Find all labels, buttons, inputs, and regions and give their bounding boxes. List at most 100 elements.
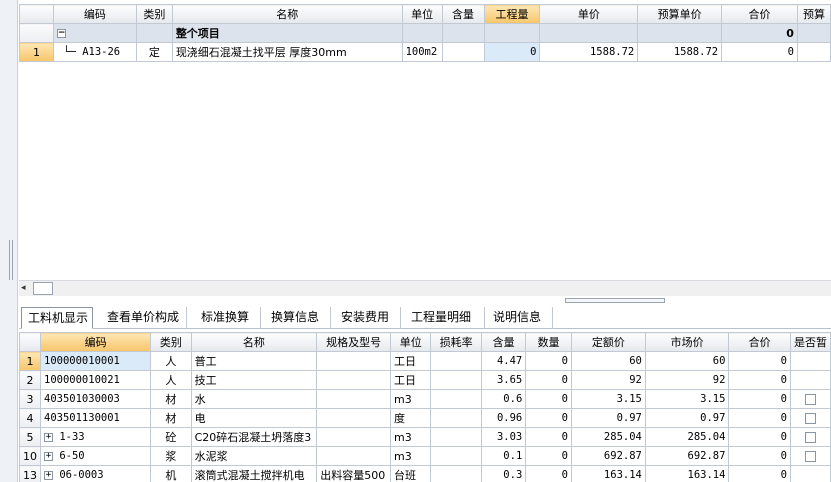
tab-standard-conversion[interactable]: 标准换算 [195, 307, 261, 329]
resource-quota-price[interactable]: 163.14 [570, 465, 646, 482]
header-budget-truncated[interactable]: 预算 [796, 4, 831, 24]
resource-loss-rate[interactable] [430, 351, 482, 371]
resource-content[interactable]: 0.6 [480, 389, 527, 409]
resource-unit[interactable]: 台班 [390, 465, 432, 482]
resource-market-price[interactable]: 92 [644, 370, 730, 390]
resource-code[interactable]: + 6-50 [39, 446, 152, 466]
tab-installation-fee[interactable]: 安装费用 [335, 307, 401, 329]
resource-unit[interactable]: m3 [390, 446, 432, 466]
resource-loss-rate[interactable] [430, 427, 482, 447]
row-number[interactable]: 2 [19, 370, 41, 390]
resource-provisional-cell[interactable] [789, 446, 831, 466]
row-number[interactable]: 1 [19, 42, 54, 62]
tab-quantity-details[interactable]: 工程量明细 [405, 307, 485, 329]
resource-content[interactable]: 0.96 [480, 408, 527, 428]
resource-market-price[interactable]: 60 [644, 351, 730, 371]
header-quota-price[interactable]: 定额价 [570, 332, 646, 352]
row-number[interactable]: 13 [19, 465, 41, 482]
resource-code[interactable]: + 1-33 [39, 427, 152, 447]
tab-description-info[interactable]: 说明信息 [487, 307, 553, 329]
resource-name[interactable]: 电 [190, 408, 318, 428]
header-unit[interactable]: 单位 [401, 4, 443, 24]
row-number[interactable]: 4 [19, 408, 41, 428]
resource-market-price[interactable]: 163.14 [644, 465, 730, 482]
resource-market-price[interactable]: 692.87 [644, 446, 730, 466]
resource-spec[interactable] [316, 370, 392, 390]
collapse-toggle-icon[interactable]: − [56, 29, 66, 38]
header-loss-rate[interactable]: 损耗率 [430, 332, 482, 352]
provisional-checkbox[interactable] [804, 451, 816, 462]
resource-total[interactable]: 0 [728, 465, 791, 482]
item-code[interactable]: └─ A13-26 [52, 42, 137, 62]
table-row[interactable]: 13 + 06-0003 机滚筒式混凝土搅拌机电 出料容量500 台班 0.3 0 163.1… [19, 465, 831, 482]
resource-market-price[interactable]: 285.04 [644, 427, 730, 447]
resource-loss-rate[interactable] [430, 408, 482, 428]
header-name[interactable]: 名称 [171, 4, 403, 24]
resource-provisional-cell[interactable] [789, 351, 831, 371]
tab-labor-material-machine[interactable]: 工料机显示 [21, 307, 93, 329]
resource-provisional-cell[interactable] [789, 465, 831, 482]
item-unit[interactable]: 100m2 [401, 42, 443, 62]
expand-toggle-icon[interactable]: + [44, 451, 53, 461]
header-content[interactable]: 含量 [480, 332, 527, 352]
resource-provisional-cell[interactable] [789, 389, 831, 409]
resource-code[interactable]: 403501030003 [39, 389, 152, 409]
resource-quota-price[interactable]: 60 [570, 351, 646, 371]
resource-provisional-cell[interactable] [789, 370, 831, 390]
resource-quota-price[interactable]: 3.15 [570, 389, 646, 409]
item-budget-unit-price[interactable]: 1588.72 [637, 42, 723, 62]
resource-code[interactable]: + 06-0003 [39, 465, 152, 482]
resource-name[interactable]: 普工 [190, 351, 318, 371]
row-number[interactable]: 3 [19, 389, 41, 409]
resource-code[interactable]: 403501130001 [39, 408, 152, 428]
resource-category[interactable]: 人 [150, 351, 192, 371]
header-qty[interactable]: 数量 [525, 332, 572, 352]
horizontal-scrollbar[interactable]: ◂ [19, 280, 831, 296]
header-code[interactable]: 编码 [52, 4, 137, 24]
resource-name[interactable]: C20碎石混凝土坍落度3 [190, 427, 318, 447]
header-category[interactable]: 类别 [150, 332, 192, 352]
resource-quota-price[interactable]: 285.04 [570, 427, 646, 447]
expand-toggle-icon[interactable]: + [44, 470, 53, 480]
resource-spec[interactable] [316, 351, 392, 371]
resource-spec[interactable]: 出料容量500 [316, 465, 392, 482]
resource-total[interactable]: 0 [728, 446, 791, 466]
resource-qty[interactable]: 0 [525, 351, 572, 371]
item-content[interactable] [441, 42, 485, 62]
header-category[interactable]: 类别 [135, 4, 173, 24]
row-number[interactable]: 5 [19, 427, 41, 447]
resource-content[interactable]: 3.03 [480, 427, 527, 447]
resource-total[interactable]: 0 [728, 389, 791, 409]
resource-qty[interactable]: 0 [525, 370, 572, 390]
resource-name[interactable]: 滚筒式混凝土搅拌机电 [190, 465, 318, 482]
resource-category[interactable]: 浆 [150, 446, 192, 466]
resource-provisional-cell[interactable] [789, 408, 831, 428]
resource-content[interactable]: 3.65 [480, 370, 527, 390]
group-row-whole-project[interactable]: − 整个项目 0 [19, 23, 831, 43]
table-row[interactable]: 3 403501030003 材水 m3 0.6 0 3.15 3.15 0 [19, 389, 831, 409]
resource-content[interactable]: 0.3 [480, 465, 527, 482]
header-name[interactable]: 名称 [190, 332, 318, 352]
resource-market-price[interactable]: 3.15 [644, 389, 730, 409]
resource-code[interactable]: 100000010021 [39, 370, 152, 390]
resource-unit[interactable]: 度 [390, 408, 432, 428]
header-market-price[interactable]: 市场价 [644, 332, 730, 352]
resource-category[interactable]: 人 [150, 370, 192, 390]
resource-qty[interactable]: 0 [525, 465, 572, 482]
scroll-left-arrow-icon[interactable]: ◂ [21, 283, 31, 294]
resource-quota-price[interactable]: 692.87 [570, 446, 646, 466]
item-category[interactable]: 定 [135, 42, 173, 62]
item-unit-price[interactable]: 1588.72 [539, 42, 639, 62]
resource-loss-rate[interactable] [430, 370, 482, 390]
header-budget-unit-price[interactable]: 预算单价 [637, 4, 723, 24]
resource-spec[interactable] [316, 389, 392, 409]
resource-name[interactable]: 水 [190, 389, 318, 409]
resource-spec[interactable] [316, 408, 392, 428]
resource-total[interactable]: 0 [728, 427, 791, 447]
header-unit[interactable]: 单位 [390, 332, 432, 352]
header-content[interactable]: 含量 [441, 4, 485, 24]
resource-qty[interactable]: 0 [525, 408, 572, 428]
resource-category[interactable]: 材 [150, 408, 192, 428]
resource-code[interactable]: 100000010001 [39, 351, 152, 371]
header-code[interactable]: 编码 [39, 332, 152, 352]
